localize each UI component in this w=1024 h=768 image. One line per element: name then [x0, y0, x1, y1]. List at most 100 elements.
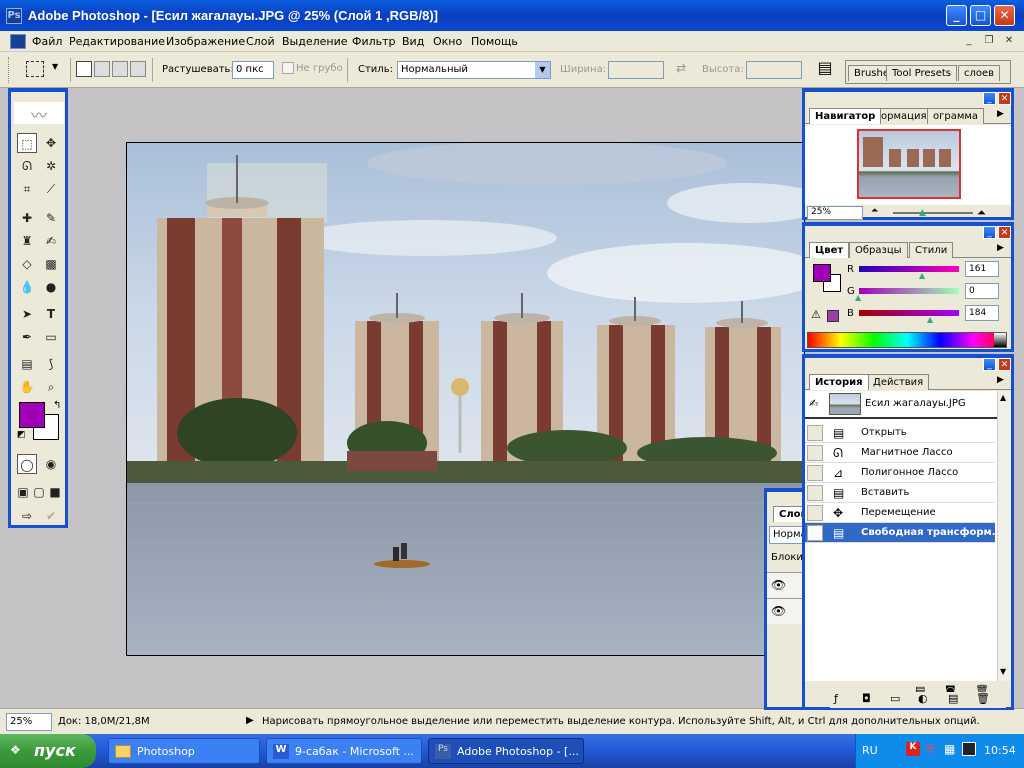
- doc-size-info[interactable]: Док: 18,0M/21,8M: [58, 716, 150, 727]
- file-browser-icon[interactable]: ▤: [814, 58, 836, 80]
- path-selection-tool-icon[interactable]: ➤: [17, 304, 37, 324]
- move-tool-icon[interactable]: ✥: [41, 133, 61, 153]
- color-foreground-swatch[interactable]: [813, 264, 831, 282]
- foreground-color-swatch[interactable]: [19, 402, 45, 428]
- status-menu-icon[interactable]: ▶: [246, 715, 254, 726]
- menu-view[interactable]: Вид: [402, 35, 424, 48]
- panel-menu-icon[interactable]: ▶: [997, 109, 1004, 119]
- slice-tool-icon[interactable]: ⟋: [41, 179, 61, 199]
- rect-marquee-preset-icon[interactable]: [26, 61, 44, 77]
- tab-navigator[interactable]: Навигатор: [809, 108, 882, 124]
- clone-stamp-tool-icon[interactable]: ♜: [17, 231, 37, 251]
- zoom-slider-thumb[interactable]: ▲: [919, 208, 926, 218]
- eraser-tool-icon[interactable]: ◇: [17, 254, 37, 274]
- monitor-icon[interactable]: [962, 742, 976, 756]
- new-layer-icon[interactable]: ▤: [948, 692, 958, 705]
- eye-icon[interactable]: 👁: [771, 604, 786, 618]
- antivirus-icon[interactable]: K: [906, 742, 920, 756]
- menu-filter[interactable]: Фильтр: [352, 35, 396, 48]
- clock[interactable]: 10:54: [984, 744, 1016, 757]
- swap-dimensions-icon[interactable]: ⇄: [676, 61, 686, 75]
- history-item[interactable]: ✥ Перемещение: [805, 503, 995, 523]
- navigator-zoom-input[interactable]: 25%: [807, 206, 863, 220]
- scroll-down-icon[interactable]: ▼: [1000, 667, 1006, 676]
- tab-history[interactable]: История: [809, 374, 869, 390]
- blur-tool-icon[interactable]: 💧: [17, 277, 37, 297]
- task-photoshop-folder[interactable]: Photoshop: [108, 738, 260, 764]
- task-adobe-photoshop[interactable]: Ps Adobe Photoshop - [...: [428, 738, 584, 764]
- hand-tool-icon[interactable]: ✋: [17, 377, 37, 397]
- magic-wand-tool-icon[interactable]: ✲: [41, 156, 61, 176]
- b-slider-thumb[interactable]: ▲: [927, 315, 933, 324]
- color-ramp[interactable]: [807, 332, 1007, 348]
- g-input[interactable]: 0: [965, 283, 999, 299]
- close-button[interactable]: ✕: [994, 5, 1015, 26]
- notes-tool-icon[interactable]: ▤: [17, 354, 37, 374]
- history-item[interactable]: ▤ Открыть: [805, 423, 995, 443]
- dodge-tool-icon[interactable]: ●: [41, 277, 61, 297]
- document-canvas[interactable]: [126, 142, 805, 656]
- navigator-view-box[interactable]: [857, 129, 961, 199]
- type-tool-icon[interactable]: T: [41, 304, 61, 324]
- new-selection-icon[interactable]: [76, 61, 92, 77]
- tab-actions[interactable]: Действия: [867, 374, 930, 390]
- lasso-tool-icon[interactable]: ᘏ: [17, 156, 37, 176]
- status-zoom-input[interactable]: 25%: [6, 713, 52, 731]
- brush-tool-icon[interactable]: ✎: [41, 208, 61, 228]
- panel-close-icon[interactable]: ✕: [998, 92, 1011, 105]
- history-item[interactable]: ▤ Вставить: [805, 483, 995, 503]
- screen-mode-standard-icon[interactable]: ▣: [15, 482, 31, 502]
- width-input[interactable]: [608, 61, 664, 79]
- panel-close-icon[interactable]: ✕: [998, 226, 1011, 239]
- start-button[interactable]: ❖ пуск: [0, 734, 96, 768]
- language-indicator[interactable]: RU: [862, 744, 878, 757]
- network-icon[interactable]: ▦: [944, 742, 955, 756]
- style-select[interactable]: Нормальный ▼: [397, 61, 551, 79]
- panel-minimize-icon[interactable]: _: [983, 92, 996, 105]
- history-item[interactable]: ⊿ Полигонное Лассо: [805, 463, 995, 483]
- gradient-tool-icon[interactable]: ▩: [41, 254, 61, 274]
- b-slider[interactable]: [859, 310, 959, 316]
- doc-close-icon[interactable]: ✕: [1002, 34, 1016, 48]
- document-icon[interactable]: [10, 34, 26, 49]
- task-word-document[interactable]: W 9-сабак - Microsoft ...: [266, 738, 422, 764]
- minimize-button[interactable]: _: [946, 5, 967, 26]
- zoom-out-icon[interactable]: ⏶: [871, 206, 878, 216]
- eyedropper-tool-icon[interactable]: ⟆: [41, 354, 61, 374]
- height-input[interactable]: [746, 61, 802, 79]
- well-tab-layer-comps[interactable]: слоев: [958, 65, 1001, 81]
- panel-minimize-icon[interactable]: _: [983, 358, 996, 371]
- history-scrollbar[interactable]: ▲ ▼: [997, 391, 1011, 681]
- g-slider-thumb[interactable]: ▲: [855, 293, 861, 302]
- r-slider-thumb[interactable]: ▲: [919, 271, 925, 280]
- quick-mask-mode-icon[interactable]: ◉: [41, 454, 61, 474]
- feather-input[interactable]: 0 пкс: [232, 61, 274, 79]
- menu-image[interactable]: Изображение: [166, 35, 245, 48]
- panel-menu-icon[interactable]: ▶: [997, 375, 1004, 385]
- standard-mode-icon[interactable]: ◯: [17, 454, 37, 474]
- gamut-color-swatch[interactable]: [827, 310, 839, 322]
- eye-icon[interactable]: 👁: [771, 578, 786, 592]
- preset-dropdown-icon[interactable]: ▼: [52, 62, 58, 71]
- shape-tool-icon[interactable]: ▭: [41, 327, 61, 347]
- history-brush-source-icon[interactable]: ✍: [809, 397, 818, 410]
- panel-close-icon[interactable]: ✕: [998, 358, 1011, 371]
- scroll-up-icon[interactable]: ▲: [1000, 393, 1006, 402]
- tab-histogram[interactable]: ограмма: [927, 108, 985, 124]
- healing-brush-tool-icon[interactable]: ✚: [17, 208, 37, 228]
- options-grip[interactable]: [8, 57, 11, 83]
- maximize-button[interactable]: □: [970, 5, 991, 26]
- g-slider[interactable]: [859, 288, 959, 294]
- adjustment-layer-icon[interactable]: ◐: [918, 692, 928, 705]
- menu-help[interactable]: Помощь: [471, 35, 518, 48]
- zoom-tool-icon[interactable]: ⌕: [41, 377, 61, 397]
- add-mask-icon[interactable]: ◘: [862, 692, 871, 705]
- add-selection-icon[interactable]: [94, 61, 110, 77]
- b-input[interactable]: 184: [965, 305, 999, 321]
- menu-select[interactable]: Выделение: [282, 35, 348, 48]
- screen-mode-full-icon[interactable]: ■: [47, 482, 63, 502]
- menu-file[interactable]: Файл: [32, 35, 62, 48]
- antialias-checkbox[interactable]: [282, 62, 294, 74]
- panel-menu-icon[interactable]: ▶: [997, 243, 1004, 253]
- rect-marquee-tool-icon[interactable]: ⬚: [17, 133, 37, 153]
